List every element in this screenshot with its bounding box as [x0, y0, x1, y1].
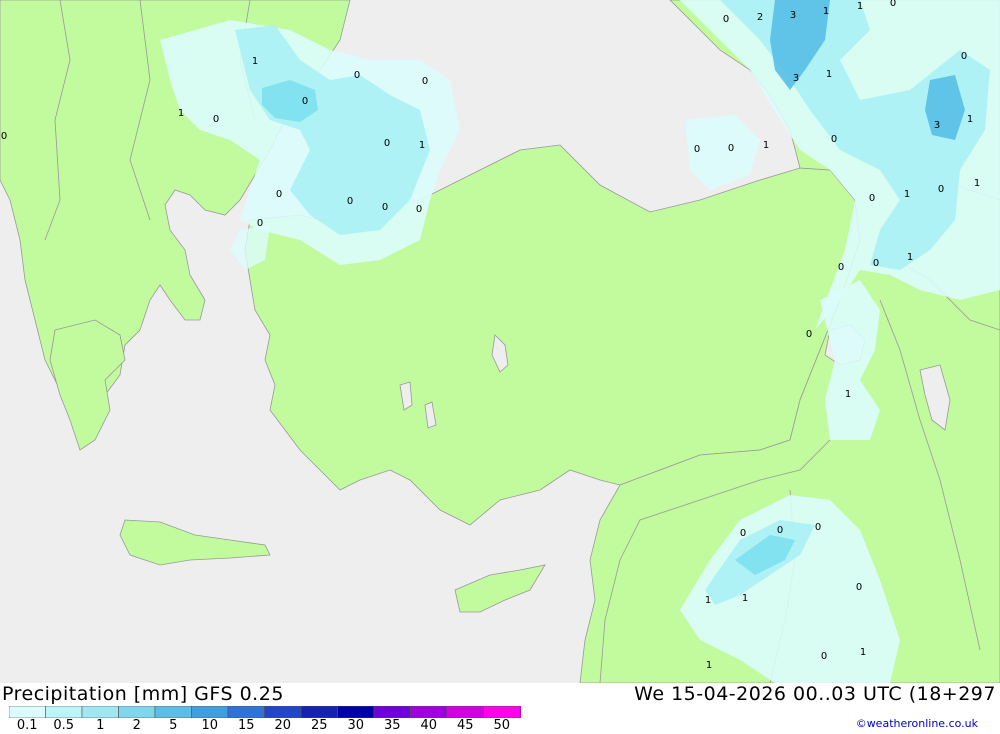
legend-swatch — [154, 706, 192, 718]
legend-swatch — [446, 706, 484, 718]
precip-value-label: 1 — [419, 140, 425, 151]
precip-value-label: 0 — [740, 528, 746, 539]
precip-value-label: 0 — [838, 262, 844, 273]
precip-value-label: 0 — [890, 0, 896, 9]
legend-tick-label: 20 — [274, 718, 292, 733]
precip-value-label: 0 — [694, 144, 700, 155]
legend-tick-label: 2 — [132, 718, 141, 733]
legend-labels: 0.1 0.5 1 2 5 10 15 20 25 30 35 40 45 50 — [0, 718, 520, 734]
legend-tick-label: 45 — [456, 718, 474, 733]
legend-swatch — [227, 706, 265, 718]
precip-value-label: 1 — [845, 389, 851, 400]
legend-swatch — [410, 706, 448, 718]
precip-value-label: 0 — [873, 258, 879, 269]
precip-value-label: 2 — [757, 12, 763, 23]
precip-value-label: 1 — [860, 647, 866, 658]
precip-value-label: 0 — [1, 131, 7, 142]
precip-value-label: 1 — [974, 178, 980, 189]
precip-value-label: 0 — [257, 218, 263, 229]
legend-swatch — [81, 706, 119, 718]
precip-value-label: 0 — [815, 522, 821, 533]
legend-tick-label: 50 — [493, 718, 511, 733]
precip-value-label: 1 — [763, 140, 769, 151]
precip-value-label: 1 — [826, 69, 832, 80]
precip-value-label: 0 — [382, 202, 388, 213]
legend-swatch — [118, 706, 156, 718]
legend-swatch — [337, 706, 375, 718]
legend-swatch — [300, 706, 338, 718]
precip-value-label: 1 — [252, 56, 258, 67]
precip-value-label: 0 — [728, 143, 734, 154]
precip-value-label: 0 — [869, 193, 875, 204]
legend-tick-label: 40 — [420, 718, 438, 733]
precip-value-label: 3 — [793, 73, 799, 84]
precip-value-label: 3 — [934, 120, 940, 131]
legend-tick-label: 1 — [96, 718, 105, 733]
legend-tick-label: 15 — [237, 718, 255, 733]
precip-value-label: 0 — [806, 329, 812, 340]
precip-value-label: 0 — [856, 582, 862, 593]
precip-value-label: 0 — [384, 138, 390, 149]
precip-value-label: 0 — [276, 189, 282, 200]
legend-swatch — [45, 706, 83, 718]
legend-tick-label: 30 — [347, 718, 365, 733]
precip-value-label: 0 — [213, 114, 219, 125]
legend-tick-label: 25 — [310, 718, 328, 733]
precip-value-label: 3 — [790, 10, 796, 21]
valid-time: We 15-04-2026 00..03 UTC (18+297 — [634, 683, 996, 705]
legend-swatch — [191, 706, 229, 718]
precip-value-label: 0 — [821, 651, 827, 662]
precip-value-label: 0 — [831, 134, 837, 145]
precip-value-label: 1 — [967, 114, 973, 125]
legend-swatch — [264, 706, 302, 718]
precip-value-label: 0 — [302, 96, 308, 107]
precip-value-label: 0 — [354, 70, 360, 81]
precip-value-label: 0 — [723, 14, 729, 25]
precip-value-label: 0 — [961, 51, 967, 62]
precip-value-label: 1 — [904, 189, 910, 200]
precip-value-label: 1 — [907, 252, 913, 263]
legend-tick-label: 10 — [201, 718, 219, 733]
legend-swatch — [483, 706, 521, 718]
precip-value-label: 0 — [938, 184, 944, 195]
precip-value-label: 1 — [857, 1, 863, 12]
precip-value-label: 1 — [706, 660, 712, 671]
legend-tick-label: 35 — [383, 718, 401, 733]
footer-panel: Precipitation [mm] GFS 0.25 We 15-04-202… — [0, 683, 1000, 733]
precip-value-label: 0 — [777, 525, 783, 536]
legend-colorbar — [9, 706, 521, 718]
precipitation-map: 0 2 3 1 1 0 1 0 0 1 0 3 1 0 3 1 0 1 0 0 1 0 0 0 0 0 1 0 1 1 0 0 0 1 0 0 0 0 1 1… — [0, 0, 1000, 683]
legend-tick-label: 0.5 — [53, 718, 75, 733]
legend-swatch — [373, 706, 411, 718]
legend-swatch — [9, 706, 46, 718]
legend-tick-label: 0.1 — [16, 718, 38, 733]
precip-value-label: 0 — [422, 76, 428, 87]
map-title: Precipitation [mm] GFS 0.25 — [2, 683, 284, 705]
precip-value-label: 1 — [178, 108, 184, 119]
precip-value-label: 0 — [416, 204, 422, 215]
precip-value-label: 1 — [742, 593, 748, 604]
credit-link[interactable]: ©weatheronline.co.uk — [856, 717, 978, 730]
legend-swatch-arrow — [520, 706, 521, 718]
precip-value-label: 0 — [347, 196, 353, 207]
precip-value-label: 1 — [705, 595, 711, 606]
legend-tick-label: 5 — [169, 718, 178, 733]
precip-value-label: 1 — [823, 6, 829, 17]
